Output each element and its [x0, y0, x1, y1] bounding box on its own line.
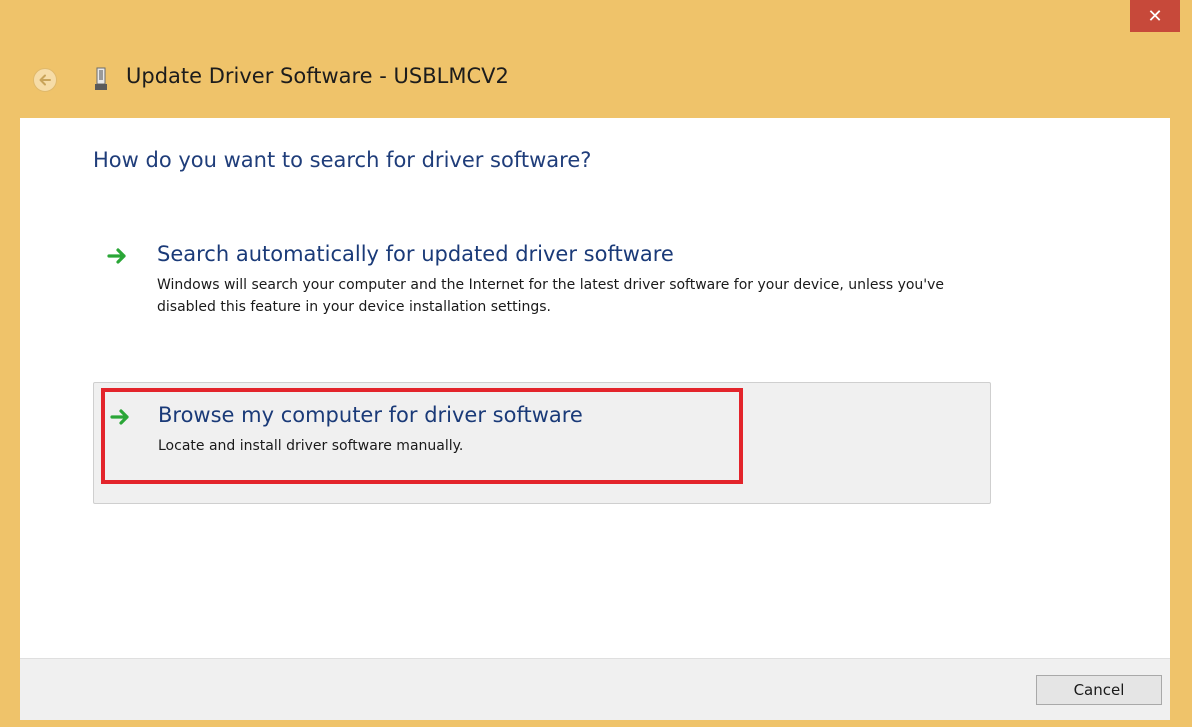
green-arrow-icon [107, 248, 126, 264]
close-button[interactable]: ✕ [1130, 0, 1180, 32]
cancel-button[interactable]: Cancel [1036, 675, 1162, 705]
back-button[interactable] [33, 68, 57, 92]
close-icon: ✕ [1147, 5, 1163, 27]
window-title: Update Driver Software - USBLMCV2 [126, 64, 509, 88]
page-heading: How do you want to search for driver sof… [93, 148, 592, 172]
option-title: Search automatically for updated driver … [157, 242, 674, 266]
browse-computer-option[interactable]: Browse my computer for driver software L… [93, 382, 991, 504]
content-area: How do you want to search for driver sof… [20, 118, 1170, 658]
usb-device-icon [95, 67, 107, 90]
option-description: Windows will search your computer and th… [157, 277, 945, 315]
title-bar[interactable]: ✕ [0, 0, 1192, 38]
header-row: Update Driver Software - USBLMCV2 [0, 38, 1192, 118]
green-arrow-icon [110, 409, 129, 425]
dialog-footer: Cancel [20, 658, 1170, 720]
option-title: Browse my computer for driver software [158, 403, 583, 427]
search-automatically-option[interactable]: Search automatically for updated driver … [93, 236, 993, 356]
back-arrow-icon [39, 74, 51, 86]
option-description: Locate and install driver software manua… [158, 438, 464, 454]
dialog-window: ✕ Update Driver Software - USBLMCV2 How … [0, 0, 1192, 727]
